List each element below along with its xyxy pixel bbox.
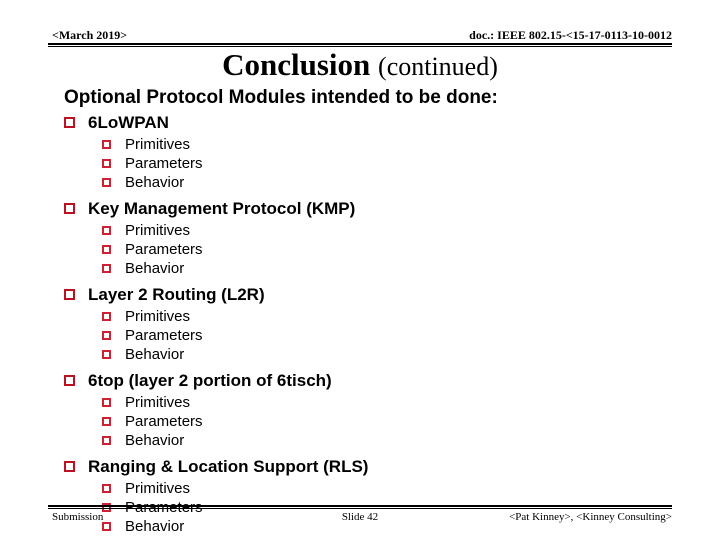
footer-divider	[48, 505, 672, 509]
square-bullet-icon	[102, 436, 111, 445]
square-bullet-icon	[64, 461, 75, 472]
square-bullet-icon	[102, 350, 111, 359]
square-bullet-icon	[102, 178, 111, 187]
square-bullet-icon	[102, 484, 111, 493]
bullet-label: 6LoWPAN	[88, 113, 169, 132]
bullet-item-level1: Layer 2 Routing (L2R)	[60, 284, 680, 306]
square-bullet-icon	[102, 331, 111, 340]
bullet-item-level2: Behavior	[60, 260, 680, 279]
bullet-item-level2: Parameters	[60, 155, 680, 174]
bullet-item-level2: Primitives	[60, 394, 680, 413]
bullet-label: Layer 2 Routing (L2R)	[88, 285, 265, 304]
footer-author: <Pat Kinney>, <Kinney Consulting>	[509, 511, 672, 523]
bullet-item-level1: 6LoWPAN	[60, 112, 680, 134]
bullet-item-level2: Primitives	[60, 480, 680, 499]
bullet-group: Key Management Protocol (KMP) Primitives…	[60, 198, 680, 279]
bullet-item-level1: 6top (layer 2 portion of 6tisch)	[60, 370, 680, 392]
bullet-label: Primitives	[125, 480, 191, 497]
square-bullet-icon	[102, 264, 111, 273]
square-bullet-icon	[102, 312, 111, 321]
bullet-list: 6LoWPAN Primitives Parameters Behavior K…	[60, 112, 680, 540]
bullet-label: Ranging & Location Support (RLS)	[88, 457, 369, 476]
bullet-item-level2: Primitives	[60, 136, 680, 155]
bullet-label: 6top (layer 2 portion of 6tisch)	[88, 371, 332, 390]
square-bullet-icon	[102, 398, 111, 407]
bullet-label: Parameters	[125, 155, 203, 172]
bullet-item-level2: Primitives	[60, 222, 680, 241]
page-title-continued: (continued)	[378, 52, 498, 81]
bullet-label: Primitives	[125, 222, 191, 239]
bullet-label: Behavior	[125, 432, 185, 449]
sub-bullet-list: Primitives Parameters Behavior	[60, 308, 680, 365]
bullet-item-level2: Parameters	[60, 241, 680, 260]
bullet-group: 6top (layer 2 portion of 6tisch) Primiti…	[60, 370, 680, 451]
bullet-item-level1: Key Management Protocol (KMP)	[60, 198, 680, 220]
bullet-label: Behavior	[125, 260, 185, 277]
sub-bullet-list: Primitives Parameters Behavior	[60, 394, 680, 451]
slide-footer: Slide 42 Submission <Pat Kinney>, <Kinne…	[48, 511, 672, 527]
square-bullet-icon	[64, 289, 75, 300]
square-bullet-icon	[64, 375, 75, 386]
square-bullet-icon	[102, 140, 111, 149]
bullet-item-level2: Behavior	[60, 346, 680, 365]
bullet-label: Parameters	[125, 241, 203, 258]
square-bullet-icon	[64, 203, 75, 214]
bullet-label: Behavior	[125, 174, 185, 191]
bullet-item-level1: Ranging & Location Support (RLS)	[60, 456, 680, 478]
page-title-main: Conclusion	[222, 47, 371, 82]
footer-submission-label: Submission	[52, 511, 104, 523]
square-bullet-icon	[102, 245, 111, 254]
bullet-label: Parameters	[125, 413, 203, 430]
bullet-item-level2: Parameters	[60, 413, 680, 432]
sub-bullet-list: Primitives Parameters Behavior	[60, 136, 680, 193]
bullet-item-level2: Behavior	[60, 432, 680, 451]
slide: <March 2019> doc.: IEEE 802.15-<15-17-01…	[0, 0, 720, 540]
page-title: Conclusion (continued)	[48, 48, 672, 84]
subtitle: Optional Protocol Modules intended to be…	[64, 87, 498, 108]
header-document-number: doc.: IEEE 802.15-<15-17-0113-10-0012	[469, 28, 672, 42]
square-bullet-icon	[102, 417, 111, 426]
sub-bullet-list: Primitives Parameters Behavior	[60, 222, 680, 279]
bullet-item-level2: Primitives	[60, 308, 680, 327]
header-date: <March 2019>	[52, 28, 128, 42]
bullet-label: Primitives	[125, 394, 191, 411]
bullet-label: Primitives	[125, 308, 191, 325]
square-bullet-icon	[64, 117, 75, 128]
bullet-group: Layer 2 Routing (L2R) Primitives Paramet…	[60, 284, 680, 365]
bullet-item-level2: Parameters	[60, 327, 680, 346]
square-bullet-icon	[102, 159, 111, 168]
bullet-group: 6LoWPAN Primitives Parameters Behavior	[60, 112, 680, 193]
bullet-label: Primitives	[125, 136, 191, 153]
bullet-item-level2: Behavior	[60, 174, 680, 193]
bullet-label: Behavior	[125, 346, 185, 363]
bullet-label: Key Management Protocol (KMP)	[88, 199, 356, 218]
square-bullet-icon	[102, 226, 111, 235]
bullet-label: Parameters	[125, 327, 203, 344]
